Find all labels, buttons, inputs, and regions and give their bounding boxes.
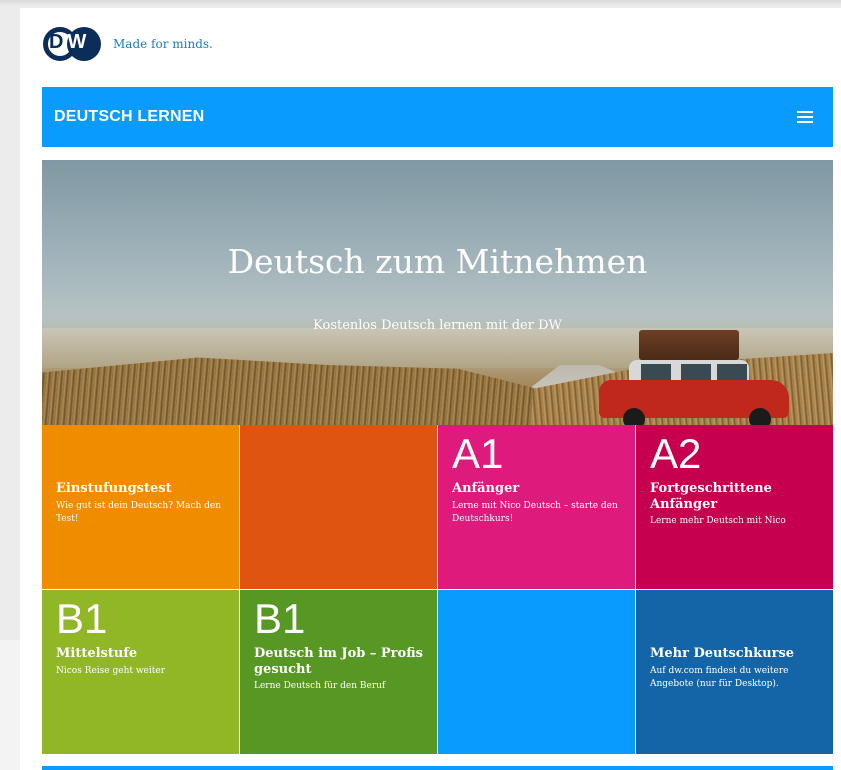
tile-more-courses[interactable]: Mehr Deutschkurse Auf dw.com findest du …: [636, 590, 833, 754]
dw-logo-d: D: [49, 31, 65, 53]
logo-row: DW Made for minds.: [43, 24, 213, 64]
tile-content: Mehr Deutschkurse Auf dw.com findest du …: [650, 646, 821, 691]
tile-b1-job[interactable]: B1 Deutsch im Job – Profis gesucht Lerne…: [240, 590, 437, 754]
tile-level: A1: [452, 430, 504, 477]
browser-top-shadow: [0, 0, 841, 6]
hero-banner: Deutsch zum Mitnehmen Kostenlos Deutsch …: [42, 160, 833, 425]
tile-b1-intermediate[interactable]: B1 Mittelstufe Nicos Reise geht weiter: [42, 590, 239, 754]
dw-logo-letters: DW: [49, 31, 99, 54]
page-left-edge: [0, 640, 20, 770]
tile-title: Mittelstufe: [56, 646, 138, 661]
tile-description: Wie gut ist dein Deutsch? Mach den Test!: [56, 500, 222, 524]
car-wheel-rear: [749, 408, 771, 425]
tile-title: Einstufungstest: [56, 481, 172, 496]
hero-title: Deutsch zum Mitnehmen: [227, 242, 648, 281]
tile-content: Einstufungstest Wie gut ist dein Deutsch…: [56, 481, 227, 526]
tile-title: Mehr Deutschkurse: [650, 646, 795, 661]
tile-title: Fortgeschrittene Anfänger: [650, 481, 772, 512]
hero-red-car-image: [599, 330, 799, 425]
hero-subtitle: Kostenlos Deutsch lernen mit der DW: [313, 318, 562, 333]
tile-description: Lerne mit Nico Deutsch – starte den Deut…: [452, 500, 618, 524]
tile-level: B1: [254, 595, 306, 642]
tile-blue-empty[interactable]: [438, 590, 635, 754]
tile-a1-beginner[interactable]: A1 Anfänger Lerne mit Nico Deutsch – sta…: [438, 425, 635, 589]
dw-logo-w: W: [67, 31, 88, 53]
tile-placement-test[interactable]: Einstufungstest Wie gut ist dein Deutsch…: [42, 425, 239, 589]
tile-level: B1: [56, 595, 108, 642]
car-wheel-front: [623, 408, 645, 425]
tile-description: Auf dw.com findest du weitere Angebote (…: [650, 665, 789, 689]
menu-bar-2: [797, 116, 813, 118]
tile-content: Deutsch im Job – Profis gesucht Lerne De…: [254, 646, 425, 693]
tile-description: Lerne Deutsch für den Beruf: [254, 681, 386, 692]
tile-content: Anfänger Lerne mit Nico Deutsch – starte…: [452, 481, 623, 526]
tile-content: Mittelstufe Nicos Reise geht weiter: [56, 646, 227, 678]
hamburger-menu-icon[interactable]: [797, 111, 813, 123]
tile-content: Fortgeschrittene Anfänger Lerne mehr Deu…: [650, 481, 821, 528]
dw-logo[interactable]: DW: [43, 26, 103, 62]
bottom-accent-line: [42, 766, 833, 770]
tile-title: Anfänger: [452, 481, 520, 496]
brand-tagline: Made for minds.: [113, 37, 213, 51]
tile-orange-empty[interactable]: [240, 425, 437, 589]
menu-bar-3: [797, 121, 813, 123]
tile-description: Nicos Reise geht weiter: [56, 665, 165, 676]
menu-bar-1: [797, 111, 813, 113]
tile-title: Deutsch im Job – Profis gesucht: [254, 646, 423, 677]
tile-level: A2: [650, 430, 702, 477]
section-title[interactable]: DEUTSCH LERNEN: [54, 108, 204, 126]
course-tile-grid: Einstufungstest Wie gut ist dein Deutsch…: [42, 425, 833, 754]
car-luggage: [639, 330, 739, 360]
section-header: DEUTSCH LERNEN: [42, 87, 833, 147]
tile-a2-advanced-beginner[interactable]: A2 Fortgeschrittene Anfänger Lerne mehr …: [636, 425, 833, 589]
tile-description: Lerne mehr Deutsch mit Nico: [650, 516, 786, 527]
